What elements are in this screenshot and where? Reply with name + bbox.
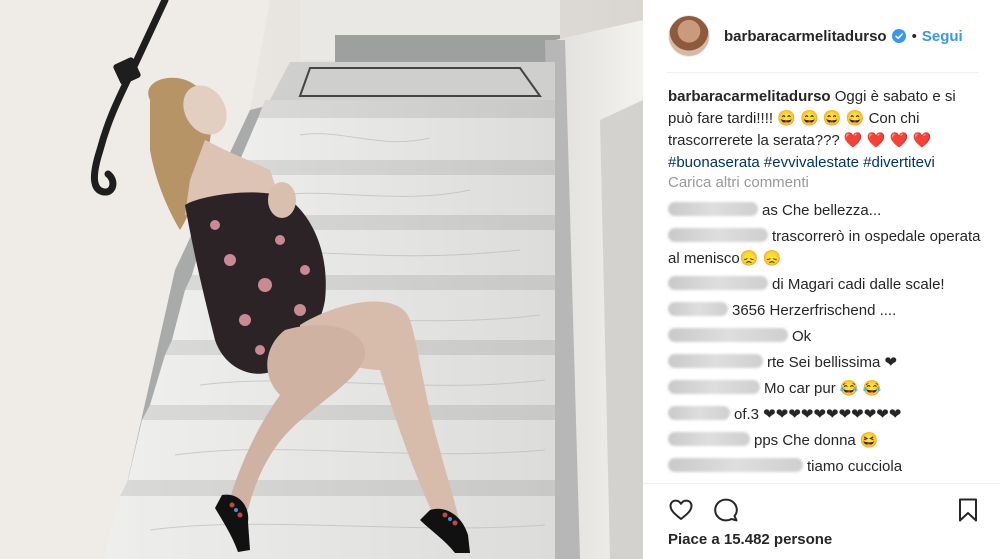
post-photo[interactable]	[0, 0, 643, 559]
blurred-username	[668, 328, 788, 342]
comment-text: pps Che donna 😆	[754, 432, 879, 449]
avatar[interactable]	[668, 15, 710, 57]
comment-item: 3656 Herzerfrischend ....	[668, 300, 983, 322]
comment-text: di Magari cadi dalle scale!	[772, 276, 945, 293]
comment-item: of.3 ❤❤❤❤❤❤❤❤❤❤❤	[668, 404, 983, 426]
hashtag-link[interactable]: #evvivalestate	[764, 154, 859, 171]
blurred-username	[668, 202, 758, 216]
blurred-username	[668, 228, 768, 242]
comment-text: 3656 Herzerfrischend ....	[732, 302, 897, 319]
comment-text: Mo car pur 😂 😂	[764, 380, 882, 397]
comment-list: as Che bellezza... trascorrerò in ospeda…	[668, 200, 983, 482]
comment-item: rte Sei bellissima ❤	[668, 352, 983, 374]
post-actions: Piace a 15.482 persone	[643, 483, 1000, 559]
comment-bubble-icon[interactable]	[713, 497, 739, 523]
comment-text: tiamo cucciola	[807, 458, 903, 475]
comment-text: rte Sei bellissima ❤	[767, 354, 898, 371]
heart-outline-icon[interactable]	[668, 497, 694, 523]
blurred-username	[668, 406, 730, 420]
hashtag-link[interactable]: #divertitevi	[863, 154, 935, 171]
caption-username[interactable]: barbaracarmelitadurso	[668, 88, 831, 105]
post-header: barbaracarmelitadurso • Segui	[643, 0, 1000, 72]
blurred-username	[668, 302, 728, 316]
comment-item: di Magari cadi dalle scale!	[668, 274, 983, 296]
blurred-username	[668, 276, 768, 290]
verified-badge-icon	[891, 29, 906, 43]
blurred-username	[668, 380, 760, 394]
post-photo-illustration	[0, 0, 643, 559]
header-divider	[667, 72, 979, 73]
comment-item: Ok	[668, 326, 983, 348]
blurred-username	[668, 354, 763, 368]
comment-text: of.3 ❤❤❤❤❤❤❤❤❤❤❤	[734, 406, 902, 423]
comment-item: tiamo cucciola	[668, 456, 983, 478]
blurred-username	[668, 458, 803, 472]
hashtag-link[interactable]: #buonaserata	[668, 154, 760, 171]
comment-text: Ok	[792, 328, 812, 345]
comment-item: as Che bellezza...	[668, 200, 983, 222]
blurred-username	[668, 432, 750, 446]
comment-item: Mo car pur 😂 😂	[668, 378, 983, 400]
post-side-panel: barbaracarmelitadurso • Segui barbaracar…	[643, 0, 1000, 559]
likes-count[interactable]: Piace a 15.482 persone	[668, 531, 832, 548]
load-more-comments-link[interactable]: Carica altri commenti	[668, 174, 809, 191]
comment-text: as Che bellezza...	[762, 202, 882, 219]
comment-item: trascorrerò in ospedale operata al menis…	[668, 226, 983, 270]
post-caption: barbaracarmelitadurso Oggi è sabato e si…	[668, 86, 983, 174]
comment-item: pps Che donna 😆	[668, 430, 983, 452]
header-separator: •	[911, 27, 917, 45]
bookmark-icon[interactable]	[955, 497, 981, 523]
follow-button[interactable]: Segui	[922, 28, 963, 45]
post-username[interactable]: barbaracarmelitadurso	[724, 28, 887, 45]
